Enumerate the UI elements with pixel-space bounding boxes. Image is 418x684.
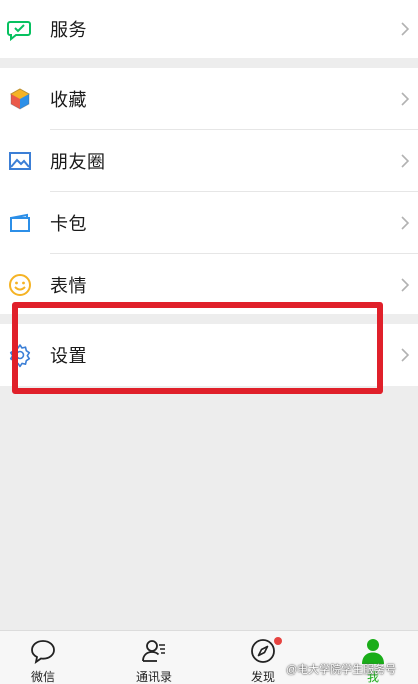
menu-item-services-label: 服务 xyxy=(50,20,87,40)
menu-item-cards-label: 卡包 xyxy=(50,214,87,234)
menu-item-favorites[interactable]: 收藏 xyxy=(0,68,418,130)
tab-chats[interactable]: 微信 xyxy=(8,631,78,684)
highlight-box xyxy=(12,302,383,394)
watermark-text: @电大学院学生服务号 xyxy=(286,664,397,676)
tab-contacts-label: 通讯录 xyxy=(135,670,172,684)
services-group: 服务 xyxy=(0,0,418,58)
menu-item-services[interactable]: 服务 xyxy=(0,0,418,60)
smiley-icon xyxy=(9,274,31,296)
chevron-right-icon xyxy=(401,22,410,36)
menu-item-moments[interactable]: 朋友圈 xyxy=(0,130,418,192)
chevron-right-icon xyxy=(401,348,410,362)
chevron-right-icon xyxy=(401,216,410,230)
tab-contacts[interactable]: 通讯录 xyxy=(119,631,189,684)
tab-chats-label: 微信 xyxy=(30,670,55,684)
chevron-right-icon xyxy=(401,154,410,168)
chevron-right-icon xyxy=(401,278,410,292)
chat-bubble-icon xyxy=(31,640,55,665)
compass-icon xyxy=(251,639,275,663)
image-icon xyxy=(9,152,31,170)
contacts-icon xyxy=(142,640,165,662)
card-wallet-icon xyxy=(10,213,30,232)
cube-icon xyxy=(9,88,31,110)
features-group: 收藏 朋友圈 卡包 表情 xyxy=(0,68,418,314)
chevron-right-icon xyxy=(401,92,410,106)
notification-dot xyxy=(274,637,282,645)
menu-item-moments-label: 朋友圈 xyxy=(50,152,106,172)
menu-item-cards[interactable]: 卡包 xyxy=(0,192,418,254)
wallet-check-icon xyxy=(7,21,31,42)
menu-item-favorites-label: 收藏 xyxy=(50,90,87,110)
menu-item-stickers-label: 表情 xyxy=(50,276,87,296)
